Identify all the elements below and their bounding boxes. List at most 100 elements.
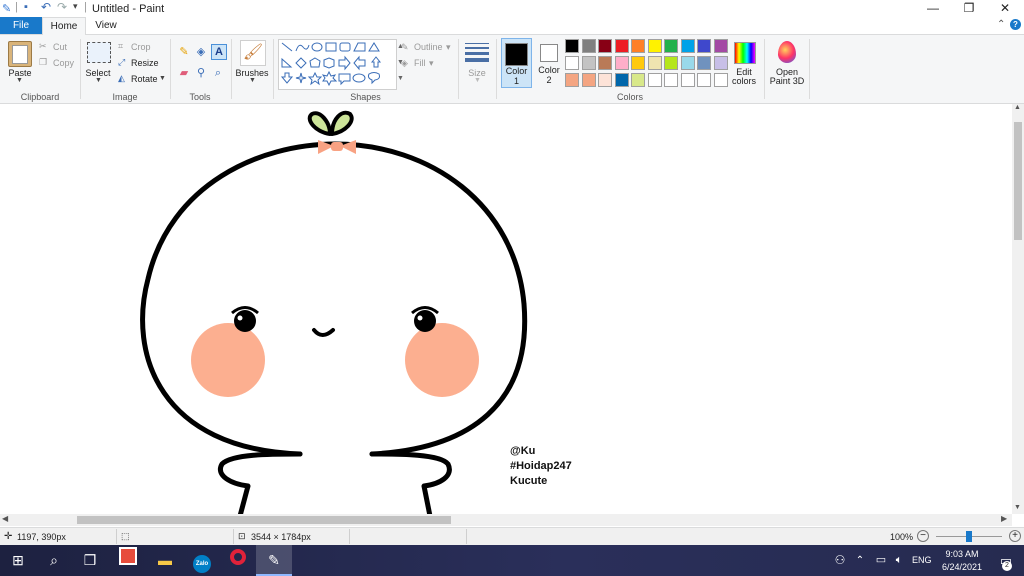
color-swatch[interactable] [565, 39, 579, 53]
color-swatch[interactable] [647, 56, 662, 70]
task-view-icon[interactable]: ❒ [72, 545, 108, 576]
copy-button[interactable]: Copy [53, 58, 74, 68]
color-swatch[interactable] [631, 56, 645, 70]
zoom-out-icon[interactable]: − [917, 530, 929, 542]
vertical-scroll-thumb[interactable] [1014, 122, 1022, 240]
pencil-icon[interactable]: ✎ [177, 45, 191, 59]
edit-colors-button[interactable]: Edit colors [728, 68, 760, 86]
outline-icon[interactable]: ✎ [401, 42, 409, 53]
edit-colors-icon[interactable] [734, 42, 756, 64]
brush-icon[interactable]: 🖌 [240, 40, 266, 66]
redo-icon[interactable]: ↷ [57, 0, 67, 14]
fill-bucket-icon[interactable]: ◈ [194, 45, 208, 59]
rotate-icon[interactable]: ◭ [118, 73, 125, 84]
fill-button[interactable]: Fill [414, 58, 426, 68]
color-swatch[interactable] [614, 39, 629, 53]
color-swatch[interactable] [664, 39, 678, 53]
color-swatch[interactable] [598, 56, 612, 70]
color-swatch[interactable] [697, 39, 711, 53]
crop-icon[interactable]: ⌗ [118, 41, 123, 52]
cut-icon[interactable]: ✂ [39, 41, 47, 52]
start-button[interactable]: ⊞ [0, 545, 36, 576]
open-paint3d-button[interactable]: Open Paint 3D [767, 68, 807, 86]
minimize-button[interactable]: — [916, 0, 950, 17]
horizontal-scroll-thumb[interactable] [77, 516, 451, 524]
language-indicator[interactable]: ENG [912, 555, 932, 565]
quick-access-dropdown-icon[interactable]: ▾ [73, 1, 78, 12]
color-swatch[interactable] [697, 73, 711, 87]
color-swatch[interactable] [664, 56, 678, 70]
size-icon[interactable] [465, 43, 489, 62]
file-explorer-icon[interactable]: ▬ [147, 545, 183, 576]
collapse-ribbon-icon[interactable]: ⌃ [997, 19, 1005, 30]
color-swatch[interactable] [598, 39, 612, 53]
tab-file[interactable]: File [0, 17, 42, 34]
color-swatch[interactable] [713, 39, 728, 53]
scroll-left-icon[interactable]: ◀ [2, 514, 8, 523]
chevron-down-icon[interactable]: ▾ [429, 58, 434, 69]
scroll-down-icon[interactable]: ▼ [1014, 504, 1021, 511]
color-swatch[interactable] [647, 73, 662, 87]
help-icon[interactable]: ? [1010, 19, 1021, 30]
color-swatch[interactable] [598, 73, 612, 87]
color-swatch[interactable] [680, 73, 695, 87]
color-swatch[interactable] [565, 73, 579, 87]
app-icon[interactable] [110, 545, 146, 576]
color-swatch[interactable] [647, 39, 662, 53]
color-swatch[interactable] [581, 73, 596, 87]
chevron-down-icon[interactable]: ▼ [95, 77, 102, 84]
opera-icon[interactable] [220, 545, 256, 576]
zoom-slider-thumb[interactable] [966, 531, 972, 542]
chevron-down-icon[interactable]: ▼ [16, 77, 23, 84]
chevron-down-icon[interactable]: ▼ [474, 77, 481, 84]
color-swatch[interactable] [680, 56, 695, 70]
chevron-down-icon[interactable]: ▼ [159, 75, 166, 82]
paint-app-icon[interactable]: ✎ [2, 2, 11, 15]
copy-icon[interactable]: ❐ [39, 57, 47, 68]
battery-icon[interactable]: ▭ [872, 545, 890, 576]
tab-view[interactable]: View [86, 17, 126, 34]
color-swatch[interactable] [631, 73, 645, 87]
text-icon[interactable]: A [211, 44, 227, 60]
maximize-button[interactable]: ❐ [952, 0, 986, 17]
color2-selector[interactable]: Color 2 [535, 38, 563, 88]
volume-icon[interactable]: 🔈︎ [890, 545, 908, 576]
scroll-right-icon[interactable]: ▶ [1001, 514, 1007, 523]
rotate-button[interactable]: Rotate [131, 74, 158, 84]
fill-icon[interactable]: ◈ [401, 58, 408, 69]
color-swatch[interactable] [614, 56, 629, 70]
color-swatch[interactable] [581, 56, 596, 70]
color-swatch[interactable] [565, 56, 579, 70]
chevron-up-icon[interactable]: ⌃ [850, 545, 870, 576]
horizontal-scrollbar[interactable]: ◀ ▶ [0, 514, 1012, 526]
tab-home[interactable]: Home [42, 17, 86, 35]
zalo-icon[interactable]: Zalo [184, 545, 220, 576]
color-swatch[interactable] [680, 39, 695, 53]
select-icon[interactable] [87, 42, 111, 63]
eraser-icon[interactable]: ▰ [177, 66, 191, 80]
outline-button[interactable]: Outline [414, 42, 443, 52]
color-swatch[interactable] [713, 73, 728, 87]
color1-selector[interactable]: Color 1 [501, 38, 532, 88]
save-icon[interactable]: ▪ [24, 1, 28, 13]
paste-icon[interactable] [8, 41, 32, 67]
color-picker-icon[interactable]: ⚲ [194, 66, 208, 80]
color-swatch[interactable] [713, 56, 728, 70]
cut-button[interactable]: Cut [53, 42, 67, 52]
color-swatch[interactable] [697, 56, 711, 70]
color-swatch[interactable] [664, 73, 678, 87]
resize-button[interactable]: Resize [131, 58, 159, 68]
crop-button[interactable]: Crop [131, 42, 151, 52]
zoom-in-icon[interactable]: + [1009, 530, 1021, 542]
resize-icon[interactable]: ⤢ [118, 57, 125, 68]
close-button[interactable]: ✕ [988, 0, 1022, 17]
undo-icon[interactable]: ↶ [41, 0, 51, 14]
scroll-up-icon[interactable]: ▲ [1014, 104, 1021, 111]
shapes-gallery[interactable] [278, 39, 397, 90]
paint-taskbar-icon[interactable]: ✎ [256, 545, 292, 576]
clock[interactable]: 9:03 AM 6/24/2021 [940, 548, 984, 574]
paint3d-icon[interactable] [778, 41, 796, 63]
color-swatch[interactable] [631, 39, 645, 53]
search-icon[interactable]: ⌕ [36, 545, 72, 576]
color-swatch[interactable] [581, 39, 596, 53]
